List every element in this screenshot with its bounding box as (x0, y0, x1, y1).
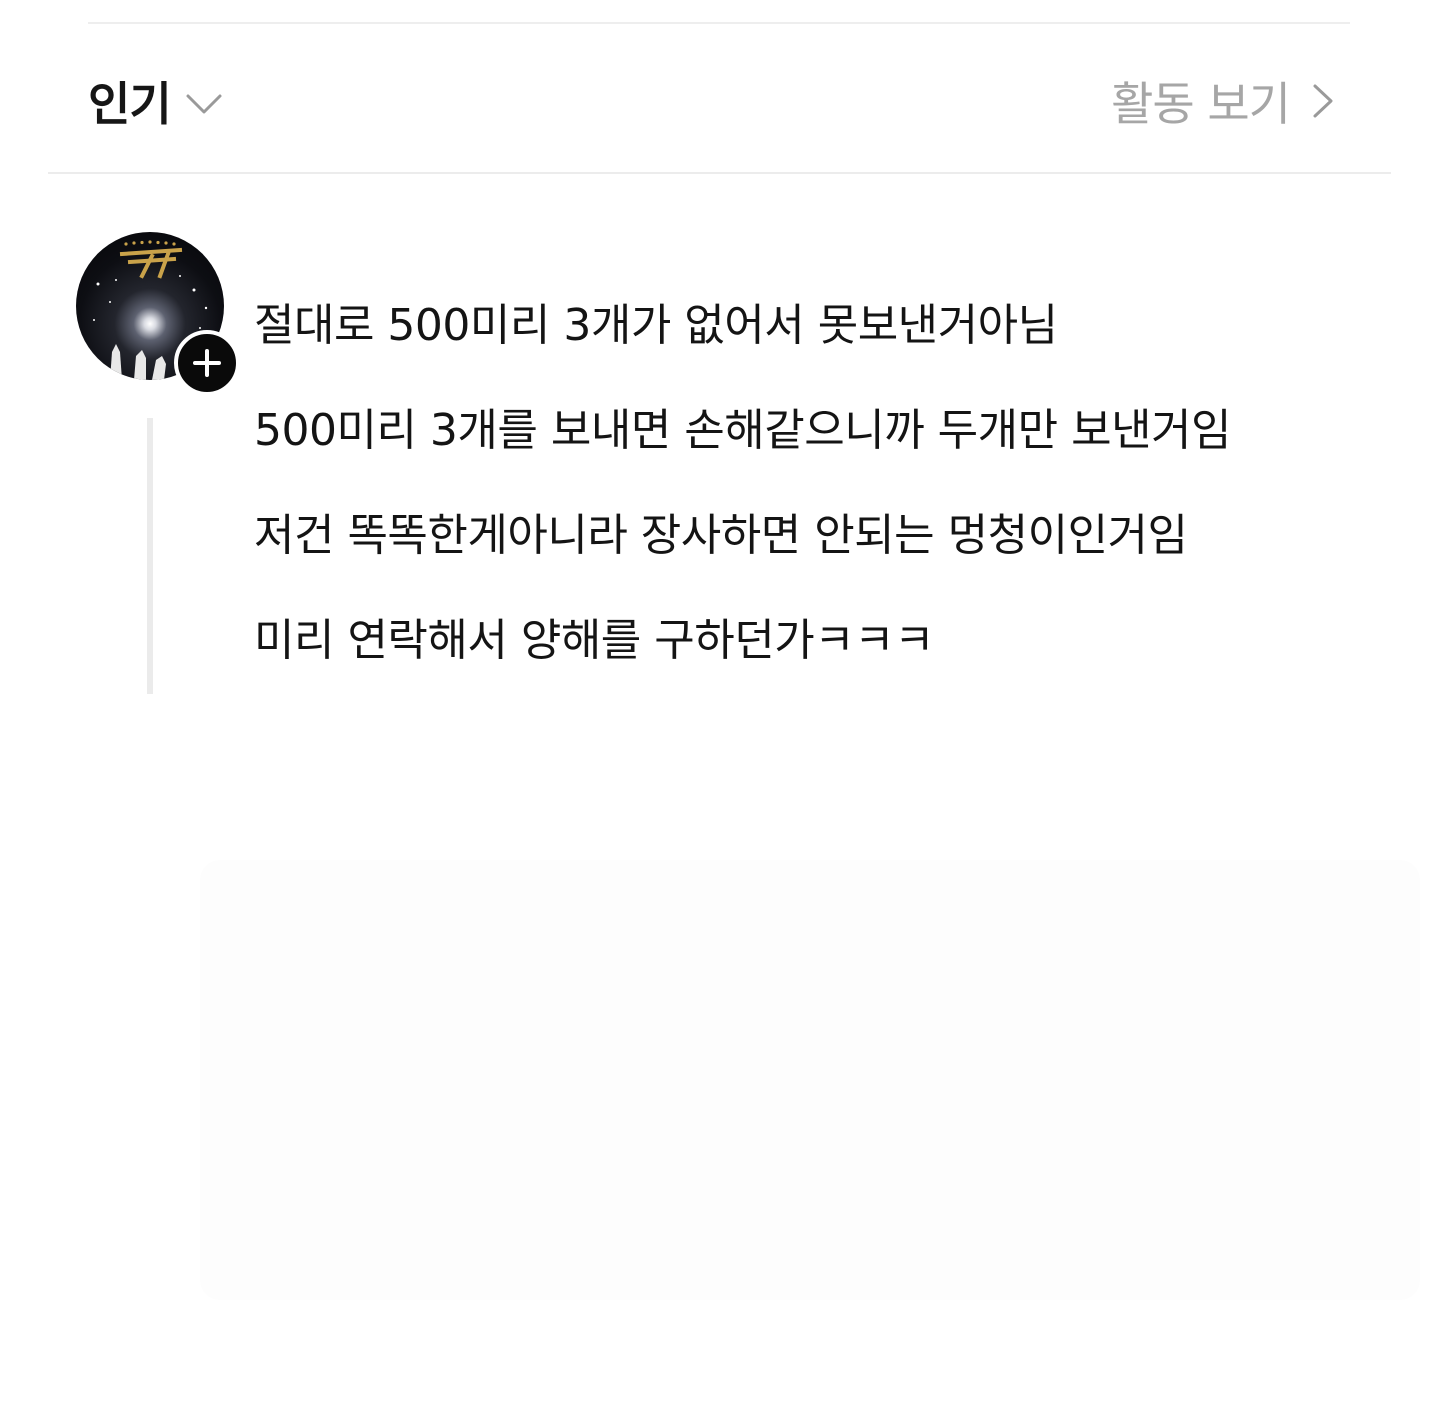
comment-text-line: 미리 연락해서 양해를 구하던가ㅋㅋㅋ (254, 615, 935, 666)
blurred-area (200, 860, 1420, 1300)
team-logo-mark (119, 247, 183, 279)
comment-text-line: 저건 똑똑한게아니라 장사하면 안되는 멍청이인거임 (254, 510, 1188, 561)
sort-label: 인기 (88, 77, 172, 131)
chevron-down-icon (186, 94, 222, 114)
comment-text-line: 500미리 3개를 보내면 손해같으니까 두개만 보낸거임 (254, 405, 1232, 456)
thread-line (147, 418, 153, 694)
crowd-silhouettes (110, 344, 166, 380)
comment-text-line: 절대로 500미리 3개가 없어서 못보낸거아님 (254, 300, 1058, 351)
top-divider (88, 22, 1350, 24)
plus-icon (193, 349, 221, 377)
comments-header: 인기 활동 보기 (88, 60, 1350, 140)
follow-button[interactable] (174, 330, 240, 396)
view-activity-link[interactable]: 활동 보기 (1111, 68, 1334, 134)
comment-item: 절대로 500미리 3개가 없어서 못보낸거아님 500미리 3개를 보내면 손… (74, 230, 1374, 710)
comment-body: 절대로 500미리 3개가 없어서 못보낸거아님 500미리 3개를 보내면 손… (254, 300, 1374, 720)
header-divider (48, 172, 1391, 174)
team-logo-stars (124, 240, 176, 246)
view-activity-label: 활동 보기 (1111, 77, 1291, 131)
stage-sparkles (93, 275, 208, 329)
sort-dropdown[interactable]: 인기 (88, 68, 223, 134)
chevron-right-icon (1313, 84, 1333, 118)
